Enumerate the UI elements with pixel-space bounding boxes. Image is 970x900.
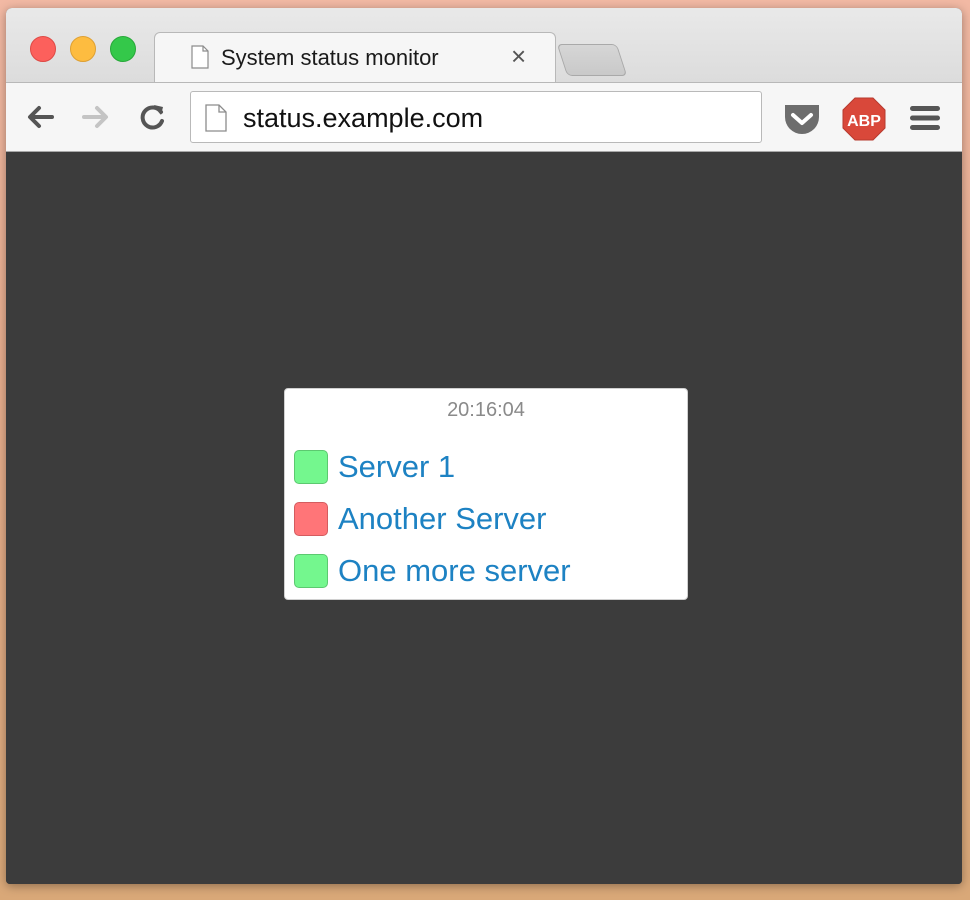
server-link[interactable]: One more server [338, 553, 571, 589]
tab-title: System status monitor [221, 45, 439, 70]
status-panel: 20:16:04 Server 1 Another Server One mor… [284, 388, 688, 600]
close-window-button[interactable] [30, 36, 56, 62]
tab-close-icon[interactable]: × [511, 41, 526, 71]
back-arrow-icon[interactable] [22, 99, 58, 135]
status-indicator-up [294, 554, 328, 588]
octagon-icon: ABP [842, 97, 886, 141]
document-icon [205, 104, 227, 132]
server-link[interactable]: Another Server [338, 501, 547, 537]
browser-window: System status monitor × status.example.c… [6, 8, 962, 884]
abp-label: ABP [847, 113, 881, 130]
status-indicator-down [294, 502, 328, 536]
status-indicator-up [294, 450, 328, 484]
tab-strip: System status monitor × [6, 8, 962, 83]
zoom-window-button[interactable] [110, 36, 136, 62]
adblock-plus-icon[interactable]: ABP [842, 97, 886, 141]
forward-arrow-icon[interactable] [78, 99, 114, 135]
browser-toolbar: status.example.com ABP [6, 82, 962, 152]
hamburger-menu-icon[interactable] [908, 103, 942, 133]
pocket-icon[interactable] [782, 99, 822, 139]
reload-icon[interactable] [134, 99, 170, 135]
page-content: 20:16:04 Server 1 Another Server One mor… [6, 152, 962, 884]
document-icon [191, 45, 209, 69]
server-link[interactable]: Server 1 [338, 449, 455, 485]
minimize-window-button[interactable] [70, 36, 96, 62]
url-text[interactable]: status.example.com [243, 103, 483, 134]
new-tab-button[interactable] [556, 44, 628, 76]
address-bar[interactable]: status.example.com [190, 91, 762, 143]
status-timestamp: 20:16:04 [447, 399, 525, 421]
tab-system-status-monitor[interactable]: System status monitor × [154, 32, 556, 83]
